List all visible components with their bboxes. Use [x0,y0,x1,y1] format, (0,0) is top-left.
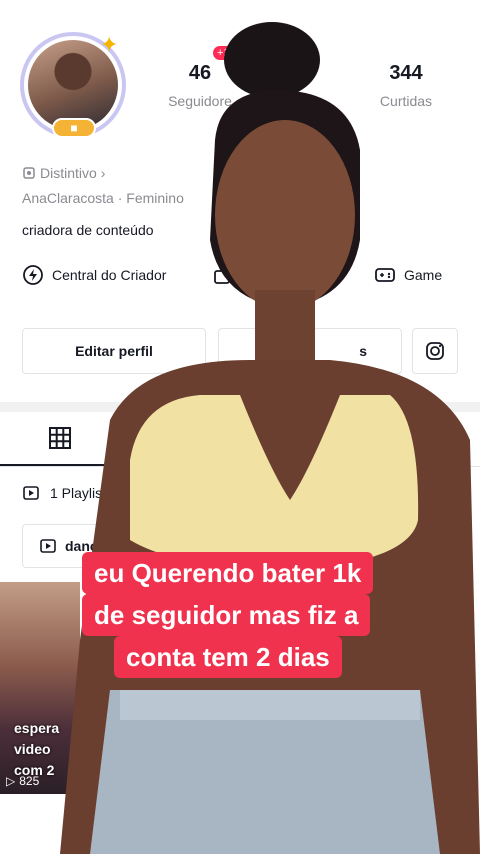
gamepad-icon [375,268,395,282]
avatar-live-badge: ■ [52,118,96,138]
likes-count: 344 [389,62,423,84]
new-followers-badge: +15 [213,46,240,60]
video-caption-overlay: eu Querendo bater 1k de seguidor mas fiz… [78,552,416,692]
playlist-label: 1 Playlist [50,485,107,501]
playlist-icon [23,486,39,500]
bio: criadora de conteúdo [22,222,154,238]
grid-icon [49,427,71,449]
edit-profile-button[interactable]: Editar perfil [22,328,206,374]
likes-label: Curtidas [379,93,433,109]
creator-center-label: Central do Criador [52,267,167,283]
following-label: Seguidore [168,93,232,109]
thumbnail-views: ▷ 825 [6,774,39,788]
caption-line: conta tem 2 dias [114,636,342,678]
distintivo-link[interactable]: Distintivo › [22,165,105,181]
lightning-icon [23,265,43,285]
instagram-icon [426,342,444,360]
section-divider [0,402,480,412]
gender: Feminino [126,190,184,206]
camera-icon: ■ [70,121,78,135]
meta-separator: · [117,190,127,206]
second-action-button[interactable]: s [218,328,402,374]
thumbnail-caption-line: video [14,741,51,757]
instagram-button[interactable] [412,328,458,374]
views-count: 825 [19,774,40,788]
creator-center-button[interactable]: Central do Criador [22,264,166,286]
badge-icon [23,167,35,179]
following-stat[interactable]: 46 Seguidore [155,62,245,109]
likes-stat[interactable]: 344 Curtidas [361,62,451,109]
distintivo-label: Distintivo [40,165,97,181]
play-icon: ▷ [6,774,16,788]
share-icon [214,270,230,284]
game-button[interactable]: Game [374,264,442,286]
sparkle-icon: ✦ [100,32,119,57]
thumbnail-caption-line: espera [14,720,60,736]
chevron-right-icon: › [100,165,106,181]
thumbnail-caption: espera video com 2 [14,718,59,781]
tab-underline-rule [0,466,480,467]
video-thumbnail[interactable]: espera video com 2 ▷ 825 [0,582,80,794]
game-label: Game [404,267,443,283]
following-count: 46 [188,62,212,84]
profile-meta: AnaClaracosta · Feminino [22,190,184,206]
playlist-row[interactable]: 1 Playlist [22,484,106,502]
caption-line: de seguidor mas fiz a [82,594,371,636]
share-icon-button[interactable] [212,264,234,286]
video-icon [40,539,56,553]
username: AnaClaracosta [22,190,114,206]
tab-videos-grid[interactable] [0,412,120,466]
caption-line: eu Querendo bater 1k [82,552,374,594]
